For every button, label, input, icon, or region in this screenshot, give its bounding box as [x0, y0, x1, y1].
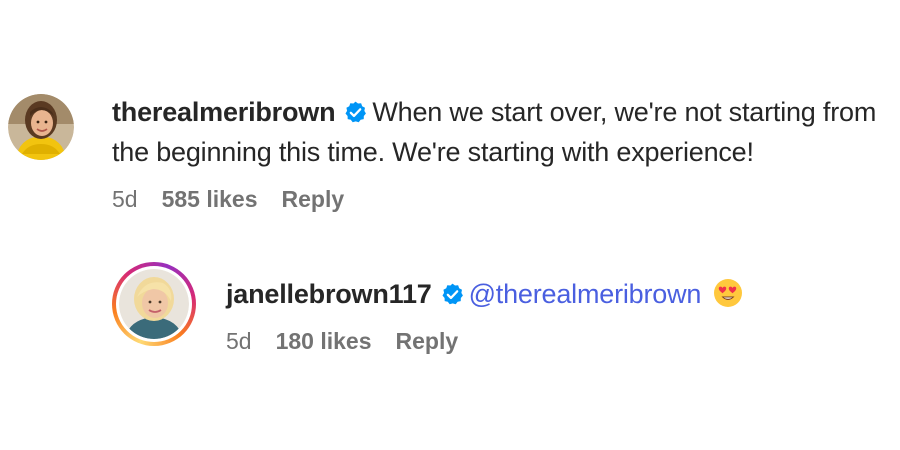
comment: therealmeribrown When we start over, we'…	[8, 92, 888, 213]
heart-eyes-emoji-icon	[713, 278, 743, 308]
comment-body: janellebrown117 @therealmeribrown 5d 180…	[226, 274, 866, 355]
comment-meta: 5d 585 likes Reply	[112, 186, 888, 213]
reply-button[interactable]: Reply	[282, 186, 345, 213]
comment-body: therealmeribrown When we start over, we'…	[112, 92, 888, 213]
username[interactable]: janellebrown117	[226, 279, 432, 309]
mention-link[interactable]: @therealmeribrown	[469, 279, 702, 309]
likes-count[interactable]: 180 likes	[276, 328, 372, 355]
verified-badge-icon	[343, 96, 368, 123]
likes-count[interactable]: 585 likes	[162, 186, 258, 213]
verified-badge-icon	[440, 278, 465, 305]
comment-meta: 5d 180 likes Reply	[226, 328, 866, 355]
comment-age: 5d	[226, 328, 252, 354]
reply-button[interactable]: Reply	[396, 328, 459, 355]
comment-text-block: therealmeribrown When we start over, we'…	[112, 92, 888, 172]
avatar[interactable]	[119, 269, 189, 339]
avatar[interactable]	[8, 94, 74, 160]
reply-comment: janellebrown117 @therealmeribrown 5d 180…	[112, 262, 882, 355]
comment-text-block: janellebrown117 @therealmeribrown	[226, 274, 866, 314]
avatar-story-ring[interactable]	[112, 262, 196, 346]
comment-age: 5d	[112, 186, 138, 212]
username[interactable]: therealmeribrown	[112, 97, 336, 127]
